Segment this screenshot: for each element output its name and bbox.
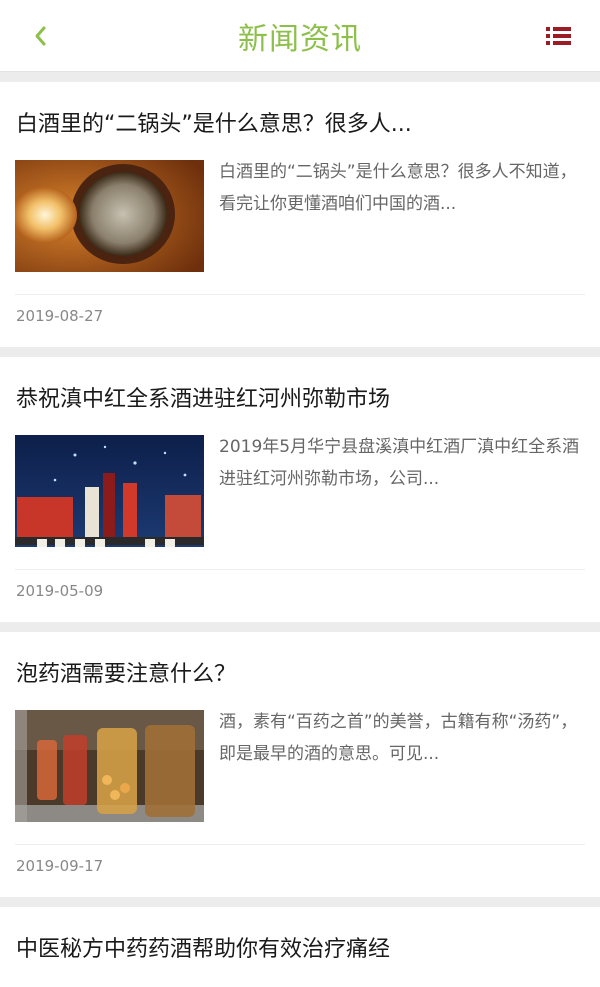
news-date: 2019-09-17 [16,857,104,875]
news-summary: 白酒里的“二锅头”是什么意思？很多人不知道，看完让你更懂酒咱们中国的酒... [219,162,577,214]
divider [15,844,585,845]
menu-button[interactable] [542,22,576,50]
news-date: 2019-08-27 [16,307,104,325]
news-thumbnail[interactable] [15,710,204,822]
news-title[interactable]: 恭祝滇中红全系酒进驻红河州弥勒市场 [16,381,586,413]
app-header: 新闻资讯 [0,0,600,72]
list-menu-icon [546,27,571,45]
news-title[interactable]: 泡药酒需要注意什么？ [16,656,586,688]
news-title[interactable]: 中医秘方中药药酒帮助你有效治疗痛经 [16,931,586,963]
news-summary: 2019年5月华宁县盘溪滇中红酒厂滇中红全系酒进驻红河州弥勒市场，公司... [219,437,580,489]
news-item[interactable]: 白酒里的“二锅头”是什么意思？很多人... 白酒里的“二锅头”是什么意思？很多人… [0,82,600,347]
news-item[interactable]: 泡药酒需要注意什么？ 酒，素有“百药之首”的美誉，古籍有称“汤药”，即是最早的酒… [0,632,600,897]
news-title[interactable]: 白酒里的“二锅头”是什么意思？很多人... [16,106,586,138]
news-summary: 酒，素有“百药之首”的美誉，古籍有称“汤药”，即是最早的酒的意思。可见... [219,712,578,764]
divider [15,294,585,295]
divider [15,569,585,570]
news-thumbnail[interactable] [15,435,204,547]
page-title: 新闻资讯 [238,22,362,57]
news-item[interactable]: 恭祝滇中红全系酒进驻红河州弥勒市场 2019年5月华宁县盘溪滇中红酒厂滇中红全系… [0,357,600,622]
news-item[interactable]: 中医秘方中药药酒帮助你有效治疗痛经 [0,907,600,987]
news-list: 白酒里的“二锅头”是什么意思？很多人... 白酒里的“二锅头”是什么意思？很多人… [0,72,600,987]
news-thumbnail[interactable] [15,160,204,272]
news-date: 2019-05-09 [16,582,104,600]
